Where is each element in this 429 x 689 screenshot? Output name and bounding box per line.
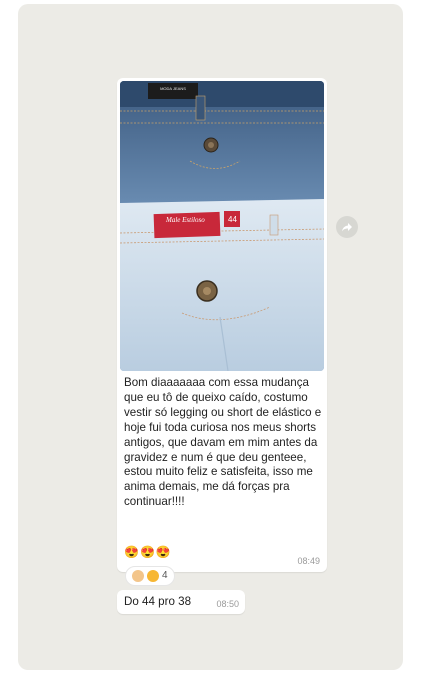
- message-text: Bom diaaaaaaa com essa mudança que eu tô…: [124, 376, 322, 509]
- message-bubble-2[interactable]: Do 44 pro 38 08:50: [117, 590, 245, 614]
- size-label-text: 44: [228, 215, 237, 224]
- top-label-text: MODA JEANS: [160, 86, 186, 91]
- clapping-hands-icon: [132, 570, 144, 582]
- message-bubble[interactable]: MODA JEANS Male Estiloso 44 Bom diaaaaaa…: [117, 78, 327, 572]
- message-text-2: Do 44 pro 38: [124, 595, 192, 608]
- jeans-photo: MODA JEANS Male Estiloso 44: [120, 81, 324, 371]
- forward-button[interactable]: [336, 216, 358, 238]
- reactions-count: 4: [162, 570, 168, 581]
- forward-arrow-icon: [342, 223, 352, 232]
- message-timestamp-2: 08:50: [216, 599, 239, 609]
- kiss-icon: [147, 570, 159, 582]
- message-timestamp: 08:49: [297, 556, 320, 566]
- attached-photo[interactable]: MODA JEANS Male Estiloso 44: [120, 81, 324, 371]
- reactions-badge[interactable]: 4: [125, 566, 175, 586]
- brand-label-text: Male Estiloso: [165, 216, 205, 224]
- emoji-row: 😍😍😍: [124, 545, 172, 559]
